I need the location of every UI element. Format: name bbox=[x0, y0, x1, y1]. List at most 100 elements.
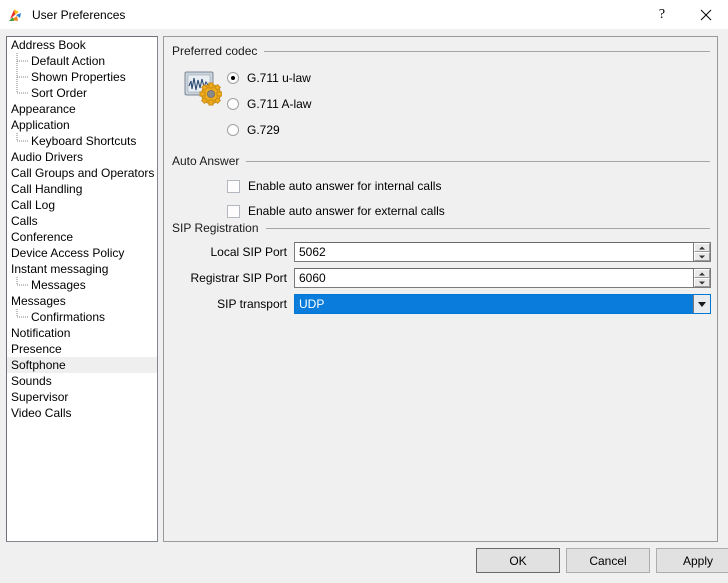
radio-label: G.711 A-law bbox=[247, 97, 312, 111]
field-local-sip-port[interactable]: Local SIP Port 5062 bbox=[172, 242, 711, 262]
stepper-down-icon[interactable] bbox=[694, 252, 710, 261]
radio-option-g711-alaw[interactable]: G.711 A-law bbox=[227, 96, 311, 112]
sidebar-item-call-log[interactable]: Call Log bbox=[7, 197, 157, 213]
sidebar-item-label: Notification bbox=[11, 326, 71, 340]
checkbox-auto-answer-internal[interactable]: Enable auto answer for internal calls bbox=[227, 178, 441, 194]
sidebar-item-call-groups-and-operators[interactable]: Call Groups and Operators bbox=[7, 165, 157, 181]
preferred-codec-header: Preferred codec bbox=[172, 44, 710, 58]
auto-answer-header: Auto Answer bbox=[172, 154, 710, 168]
sidebar-item-softphone[interactable]: Softphone bbox=[7, 357, 157, 373]
radio-indicator[interactable] bbox=[227, 124, 239, 136]
local-sip-port-input[interactable]: 5062 bbox=[294, 242, 694, 262]
field-label: Registrar SIP Port bbox=[190, 271, 287, 285]
sidebar-item-supervisor[interactable]: Supervisor bbox=[7, 389, 157, 405]
checkbox-auto-answer-external[interactable]: Enable auto answer for external calls bbox=[227, 203, 445, 219]
checkbox-indicator[interactable] bbox=[227, 179, 240, 193]
sidebar-item-keyboard-shortcuts[interactable]: Keyboard Shortcuts bbox=[7, 133, 157, 149]
stepper-up-icon[interactable] bbox=[694, 269, 710, 278]
tree-connector-icon bbox=[11, 53, 31, 69]
sidebar-item-label: Keyboard Shortcuts bbox=[31, 134, 137, 148]
close-button[interactable] bbox=[684, 0, 728, 29]
radio-option-g729[interactable]: G.729 bbox=[227, 122, 280, 138]
sidebar-item-label: Calls bbox=[11, 214, 38, 228]
checkbox-label: Enable auto answer for internal calls bbox=[248, 179, 442, 193]
sidebar-item-label: Sounds bbox=[11, 374, 52, 388]
sidebar-item-video-calls[interactable]: Video Calls bbox=[7, 405, 157, 421]
sidebar-item-label: Application bbox=[11, 118, 70, 132]
sidebar-item-label: Presence bbox=[11, 342, 62, 356]
chevron-down-icon[interactable] bbox=[693, 295, 710, 313]
close-icon bbox=[700, 9, 712, 20]
group-divider bbox=[264, 50, 710, 52]
sidebar-item-address-book[interactable]: Address Book bbox=[7, 37, 157, 53]
checkbox-indicator[interactable] bbox=[227, 204, 240, 218]
sidebar-item-default-action[interactable]: Default Action bbox=[7, 53, 157, 69]
sidebar-item-call-handling[interactable]: Call Handling bbox=[7, 181, 157, 197]
auto-answer-group: Auto Answer Enable auto answer for inter… bbox=[172, 154, 710, 218]
tree-connector-icon bbox=[11, 309, 31, 325]
registrar-sip-port-input[interactable]: 6060 bbox=[294, 268, 694, 288]
sidebar-item-sounds[interactable]: Sounds bbox=[7, 373, 157, 389]
local-sip-port-stepper[interactable] bbox=[694, 242, 711, 262]
radio-indicator[interactable] bbox=[227, 98, 239, 110]
group-title: SIP Registration bbox=[172, 221, 259, 235]
title-bar: User Preferences ? bbox=[0, 0, 728, 29]
settings-category-tree[interactable]: Address Book Default Action Shown Properti… bbox=[6, 36, 158, 542]
sidebar-item-label: Messages bbox=[31, 278, 86, 292]
apply-button[interactable]: Apply bbox=[656, 548, 728, 573]
sidebar-item-label: Softphone bbox=[11, 358, 66, 372]
field-registrar-sip-port[interactable]: Registrar SIP Port 6060 bbox=[172, 268, 711, 288]
sidebar-item-notification[interactable]: Notification bbox=[7, 325, 157, 341]
sip-registration-header: SIP Registration bbox=[172, 221, 710, 235]
tree-connector-icon bbox=[11, 133, 31, 149]
field-sip-transport[interactable]: SIP transport UDP bbox=[172, 294, 711, 314]
sidebar-item-label: Appearance bbox=[11, 102, 76, 116]
sidebar-item-messages[interactable]: Messages bbox=[7, 293, 157, 309]
sidebar-item-label: Call Handling bbox=[11, 182, 83, 196]
group-divider bbox=[246, 160, 710, 162]
sip-transport-select[interactable]: UDP bbox=[294, 294, 711, 314]
app-colorful-icon bbox=[8, 7, 24, 23]
sidebar-item-appearance[interactable]: Appearance bbox=[7, 101, 157, 117]
sidebar-item-label: Conference bbox=[11, 230, 74, 244]
preferred-codec-group: Preferred codec G.711 u-law G.711 A-law … bbox=[172, 44, 710, 137]
sip-transport-value[interactable]: UDP bbox=[295, 295, 693, 313]
stepper-up-icon[interactable] bbox=[694, 243, 710, 252]
group-title: Auto Answer bbox=[172, 154, 240, 168]
sidebar-item-application[interactable]: Application bbox=[7, 117, 157, 133]
registrar-sip-port-stepper[interactable] bbox=[694, 268, 711, 288]
sidebar-item-confirmations[interactable]: Confirmations bbox=[7, 309, 157, 325]
sidebar-item-presence[interactable]: Presence bbox=[7, 341, 157, 357]
radio-indicator[interactable] bbox=[227, 72, 239, 84]
sidebar-item-label: Video Calls bbox=[11, 406, 72, 420]
group-divider bbox=[265, 227, 710, 229]
stepper-down-icon[interactable] bbox=[694, 278, 710, 287]
sidebar-item-conference[interactable]: Conference bbox=[7, 229, 157, 245]
sidebar-item-label: Address Book bbox=[11, 38, 86, 52]
dialog-button-bar: OK Cancel Apply bbox=[0, 546, 728, 583]
sidebar-item-label: Supervisor bbox=[11, 390, 69, 404]
sidebar-item-label: Call Groups and Operators bbox=[11, 166, 155, 180]
tree-connector-icon bbox=[11, 277, 31, 293]
sidebar-item-messages[interactable]: Messages bbox=[7, 277, 157, 293]
sidebar-item-shown-properties[interactable]: Shown Properties bbox=[7, 69, 157, 85]
help-icon: ? bbox=[658, 6, 666, 22]
checkbox-label: Enable auto answer for external calls bbox=[248, 204, 445, 218]
cancel-button[interactable]: Cancel bbox=[566, 548, 650, 573]
radio-label: G.711 u-law bbox=[247, 71, 311, 85]
group-title: Preferred codec bbox=[172, 44, 258, 58]
sidebar-item-label: Messages bbox=[11, 294, 66, 308]
sidebar-item-calls[interactable]: Calls bbox=[7, 213, 157, 229]
radio-option-g711-ulaw[interactable]: G.711 u-law bbox=[227, 70, 311, 86]
sidebar-item-sort-order[interactable]: Sort Order bbox=[7, 85, 157, 101]
sidebar-item-label: Default Action bbox=[31, 54, 106, 68]
sidebar-item-instant-messaging[interactable]: Instant messaging bbox=[7, 261, 157, 277]
sidebar-item-audio-drivers[interactable]: Audio Drivers bbox=[7, 149, 157, 165]
sidebar-item-label: Instant messaging bbox=[11, 262, 109, 276]
ok-button[interactable]: OK bbox=[476, 548, 560, 573]
radio-label: G.729 bbox=[247, 123, 280, 137]
tree-connector-icon bbox=[11, 85, 31, 101]
sidebar-item-label: Call Log bbox=[11, 198, 56, 212]
help-button[interactable]: ? bbox=[640, 0, 684, 29]
sidebar-item-device-access-policy[interactable]: Device Access Policy bbox=[7, 245, 157, 261]
